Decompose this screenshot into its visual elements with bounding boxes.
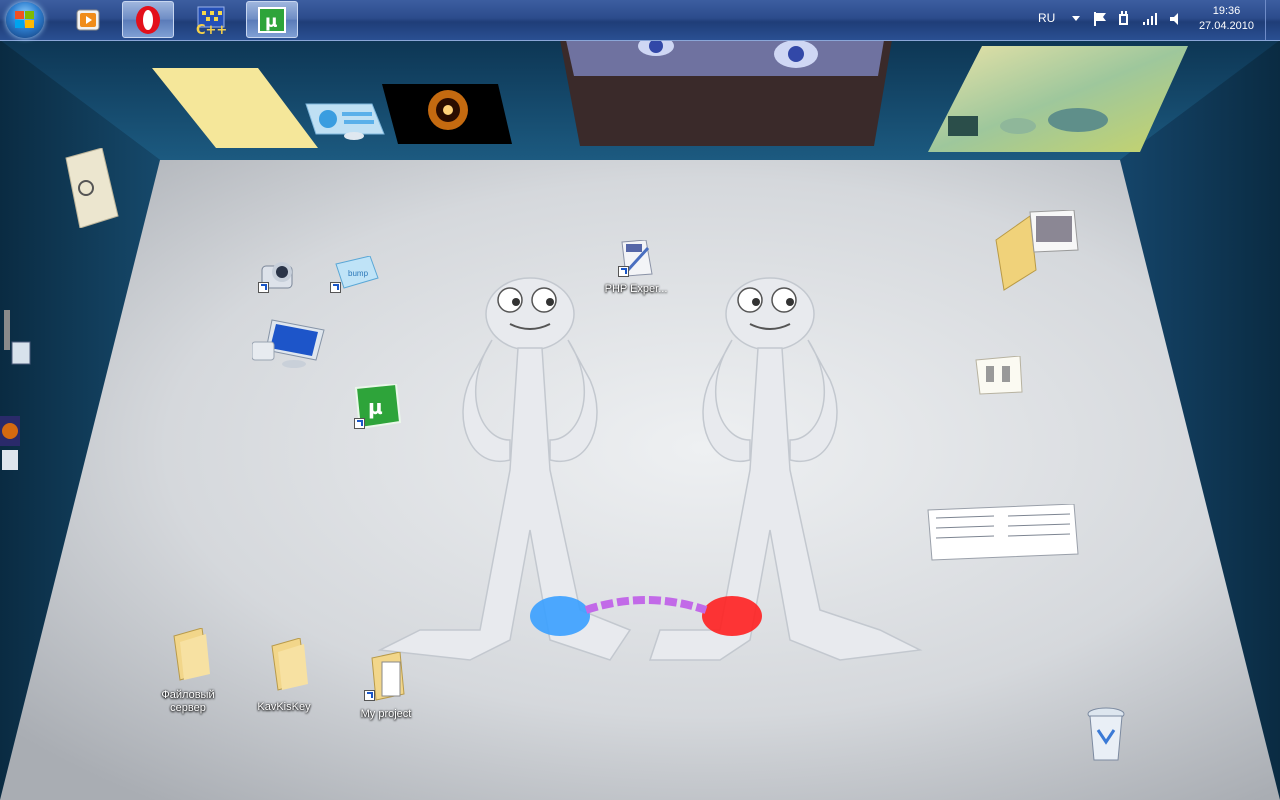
clock-date: 27.04.2010 [1198,20,1254,32]
show-hidden-icons-arrow[interactable] [1072,16,1080,21]
recycle-bin-icon[interactable] [1084,706,1130,771]
taskbar-opera[interactable] [122,1,174,38]
music-app-ceiling-icon[interactable] [380,82,516,146]
svg-text:C++: C++ [196,23,226,35]
bumptop-desktop[interactable]: bump µ PHP Exper... Файловый сервер KavK… [0,36,1280,800]
language-indicator[interactable]: RU [1038,11,1055,25]
wallpaper-characters [377,277,923,661]
taskbar-media-player[interactable] [62,1,114,38]
note-icon[interactable] [972,355,1026,403]
folder-shortcut-icon[interactable] [364,651,410,709]
signal-icon[interactable] [1142,11,1158,27]
flag-icon[interactable] [1092,11,1108,27]
opera-icon [136,5,160,34]
wallpaper-eyes-ceiling[interactable] [560,36,892,146]
taskbar: C++ µ RU 19:36 27.04.2010 [0,0,1280,41]
my-project-label[interactable]: My project [341,708,431,721]
document-stack-icon[interactable] [990,209,1082,299]
power-icon[interactable] [1116,11,1132,27]
computer-icon[interactable] [251,316,326,377]
scanned-documents-icon[interactable] [924,503,1080,569]
windows-flag-icon [15,11,35,29]
volume-icon[interactable] [1168,11,1184,27]
app-wall-icon[interactable] [0,416,24,477]
media-player-icon [76,9,100,30]
clock-time: 19:36 [1212,5,1241,17]
svg-text:µ: µ [265,12,278,32]
taskbar-utorrent[interactable]: µ [246,1,298,38]
taskbar-cpp-builder[interactable]: C++ [184,1,236,38]
cpp-builder-icon: C++ [196,6,226,35]
show-desktop-button[interactable] [1265,0,1280,40]
folder-icon[interactable] [166,627,214,687]
system-tray: RU 19:36 27.04.2010 [1030,0,1280,40]
folder-icon[interactable] [264,637,312,697]
start-button[interactable] [6,2,44,38]
clock[interactable]: 19:36 27.04.2010 [1199,4,1254,34]
file-server-label[interactable]: Файловый сервер [143,689,233,715]
kavkiskey-label[interactable]: KavKisKey [239,701,329,714]
sticky-note-wall[interactable] [62,147,120,233]
wallpaper-abstract-ceiling[interactable] [928,46,1190,154]
control-panel-ceiling-icon[interactable] [300,102,386,142]
tool-wall-icon[interactable] [0,308,36,373]
utorrent-icon: µ [258,6,286,33]
webcam-icon[interactable] [256,256,304,301]
